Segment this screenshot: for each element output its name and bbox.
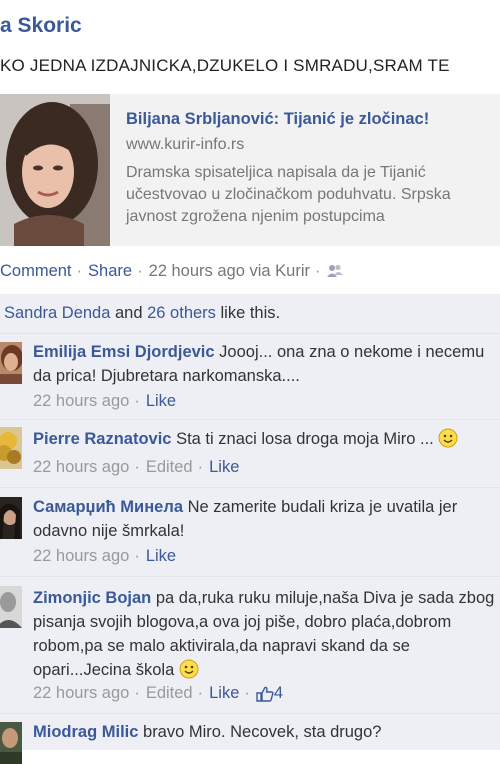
commenter-name-link[interactable]: Pierre Raznatovic: [33, 430, 171, 448]
commenter-avatar[interactable]: [0, 586, 22, 628]
comment-meta: 22 hours ago · Edited · Like: [33, 458, 239, 477]
commenter-name-link[interactable]: Zimonjic Bojan: [33, 589, 151, 607]
comment-like-link[interactable]: Like: [209, 458, 239, 476]
comment-like-count[interactable]: 4: [256, 684, 283, 702]
divider: [0, 487, 500, 488]
commenter-avatar[interactable]: [0, 427, 22, 469]
separator-dot: ·: [244, 684, 250, 702]
divider: [0, 333, 500, 334]
comment-timestamp[interactable]: 22 hours ago: [33, 547, 129, 565]
comment-link[interactable]: Comment: [0, 262, 72, 280]
separator-dot: ·: [197, 684, 204, 702]
comment-like-link[interactable]: Like: [146, 392, 176, 410]
attachment-title-link[interactable]: Biljana Srbljanović: Tijanić je zločinac…: [126, 110, 429, 129]
likes-suffix-text: like this.: [215, 304, 281, 322]
commenter-avatar[interactable]: [0, 497, 22, 539]
smiley-emoticon-icon: [438, 428, 458, 455]
comment-body: Emilija Emsi Djordjevic Joooj... ona zna…: [33, 340, 500, 388]
other-likers-link[interactable]: 26 others: [147, 304, 216, 322]
attachment-url: www.kurir-info.rs: [126, 136, 245, 153]
separator-dot: ·: [134, 547, 140, 565]
friends-privacy-icon[interactable]: [326, 264, 343, 283]
likes-and-text: and: [110, 304, 148, 322]
poster-name[interactable]: a Skoric: [0, 14, 82, 38]
separator-dot: ·: [134, 458, 140, 476]
comment-like-link[interactable]: Like: [209, 684, 239, 702]
separator-dot: ·: [134, 684, 140, 702]
comment-text: bravo Miro. Necovek, sta drugo?: [143, 723, 382, 741]
divider: [0, 713, 500, 714]
comment-timestamp[interactable]: 22 hours ago: [33, 684, 129, 702]
share-link[interactable]: Share: [88, 262, 132, 280]
separator-dot: ·: [315, 262, 321, 280]
comment-edited-label[interactable]: Edited: [146, 458, 193, 476]
commenter-avatar[interactable]: [0, 342, 22, 384]
comment-body: Miodrag Milic bravo Miro. Necovek, sta d…: [33, 720, 500, 744]
comment-edited-label[interactable]: Edited: [146, 684, 193, 702]
liker-name-link[interactable]: Sandra Denda: [4, 304, 110, 322]
likes-sentence: Sandra Denda and 26 others like this.: [4, 304, 280, 323]
attachment-thumbnail[interactable]: [0, 94, 110, 246]
comment-body: Zimonjic Bojan pa da,ruka ruku miluje,na…: [33, 586, 500, 686]
comment-meta: 22 hours ago · Like: [33, 547, 176, 566]
commenter-name-link[interactable]: Самарџић Минела: [33, 498, 183, 516]
divider: [0, 419, 500, 420]
comment-meta: 22 hours ago · Edited · Like · 4: [33, 684, 283, 707]
comment-timestamp[interactable]: 22 hours ago: [33, 458, 129, 476]
comment-meta: 22 hours ago · Like: [33, 392, 176, 411]
post-timestamp[interactable]: 22 hours ago via Kurir: [149, 262, 310, 280]
comment-body: Pierre Raznatovic Sta ti znaci losa drog…: [33, 427, 500, 455]
comment-text: Sta ti znaci losa droga moja Miro ...: [176, 430, 434, 448]
separator-dot: ·: [137, 262, 143, 280]
separator-dot: ·: [134, 392, 140, 410]
like-count-value: 4: [273, 684, 284, 702]
attachment-description: Dramska spisateljica napisala da je Tija…: [126, 164, 451, 225]
separator-dot: ·: [76, 262, 83, 280]
separator-dot: ·: [197, 458, 204, 476]
comment-timestamp[interactable]: 22 hours ago: [33, 392, 129, 410]
comment-like-link[interactable]: Like: [146, 547, 176, 565]
commenter-name-link[interactable]: Emilija Emsi Djordjevic: [33, 343, 215, 361]
divider: [0, 576, 500, 577]
commenter-name-link[interactable]: Miodrag Milic: [33, 723, 138, 741]
commenter-avatar[interactable]: [0, 722, 22, 764]
status-text: KO JEDNA IZDAJNICKA,DZUKELO I SMRADU,SRA…: [0, 56, 450, 75]
thumbs-up-icon: [256, 686, 274, 707]
smiley-emoticon-icon: [179, 659, 199, 686]
comment-body: Самарџић Минела Ne zamerite budali kriza…: [33, 495, 500, 543]
post-action-bar: Comment · Share · 22 hours ago via Kurir ·: [0, 262, 343, 283]
